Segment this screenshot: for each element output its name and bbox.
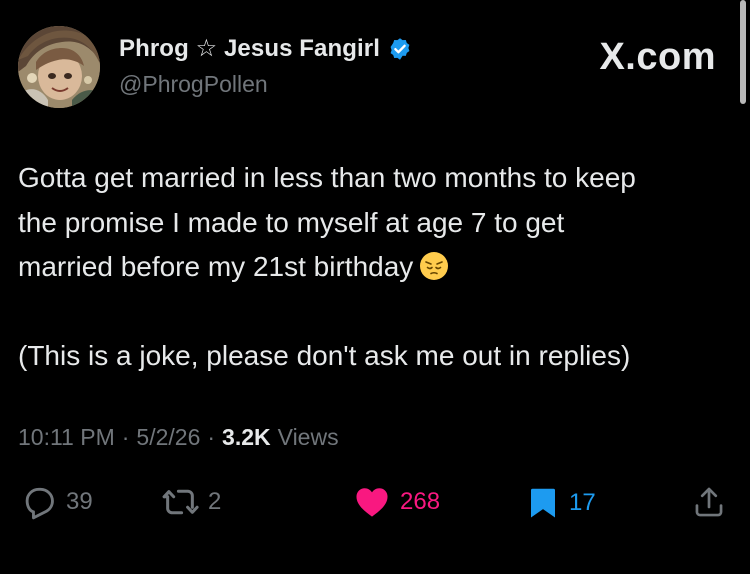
views-count: 3.2K	[222, 424, 271, 450]
tweet-date[interactable]: 5/2/26	[136, 424, 200, 451]
tweet-line: (This is a joke, please don't ask me out…	[18, 339, 631, 371]
bookmark-button[interactable]: 17	[525, 483, 596, 523]
heart-filled-icon	[356, 488, 388, 517]
repost-button[interactable]: 2	[160, 483, 221, 521]
scrollbar[interactable]	[740, 0, 746, 104]
display-name[interactable]: Phrog ☆ Jesus Fangirl	[119, 34, 380, 63]
repost-icon	[162, 489, 199, 515]
avatar-image	[18, 26, 100, 108]
reply-count: 39	[66, 488, 93, 515]
views-label: Views	[277, 424, 339, 450]
meta-separator: ·	[207, 424, 216, 450]
share-icon	[695, 487, 723, 517]
tweet-line-with-emoji: married before my 21st birthday	[18, 245, 733, 290]
tweet-line: married before my 21st birthday	[18, 251, 414, 282]
pensive-face-icon	[420, 252, 449, 280]
reply-button[interactable]: 39	[20, 483, 93, 521]
tweet-meta: 10:11 PM · 5/2/26 · 3.2K Views	[18, 424, 339, 451]
author-name-row[interactable]: Phrog ☆ Jesus Fangirl	[119, 34, 412, 63]
author-handle[interactable]: @PhrogPollen	[119, 71, 268, 98]
brand-logo: X.com	[599, 36, 716, 78]
action-bar: 39 2 268 17	[0, 483, 750, 527]
tweet-line: Gotta get married in less than two month…	[18, 162, 636, 193]
like-count: 268	[400, 488, 441, 515]
bookmark-count: 17	[569, 489, 596, 516]
repost-count: 2	[208, 488, 222, 515]
avatar[interactable]	[18, 26, 100, 108]
share-button[interactable]	[692, 483, 726, 521]
bookmark-filled-icon	[531, 488, 555, 518]
tweet-card: Phrog ☆ Jesus Fangirl @PhrogPollen X.com…	[0, 0, 750, 574]
tweet-line: the promise I made to myself at age 7 to…	[18, 206, 565, 238]
like-button[interactable]: 268	[352, 483, 440, 521]
tweet-text: Gotta get married in less than two month…	[18, 156, 733, 378]
meta-separator: ·	[121, 424, 130, 450]
verified-badge-icon	[390, 37, 410, 60]
tweet-time[interactable]: 10:11 PM	[18, 424, 115, 451]
reply-icon	[25, 487, 54, 520]
